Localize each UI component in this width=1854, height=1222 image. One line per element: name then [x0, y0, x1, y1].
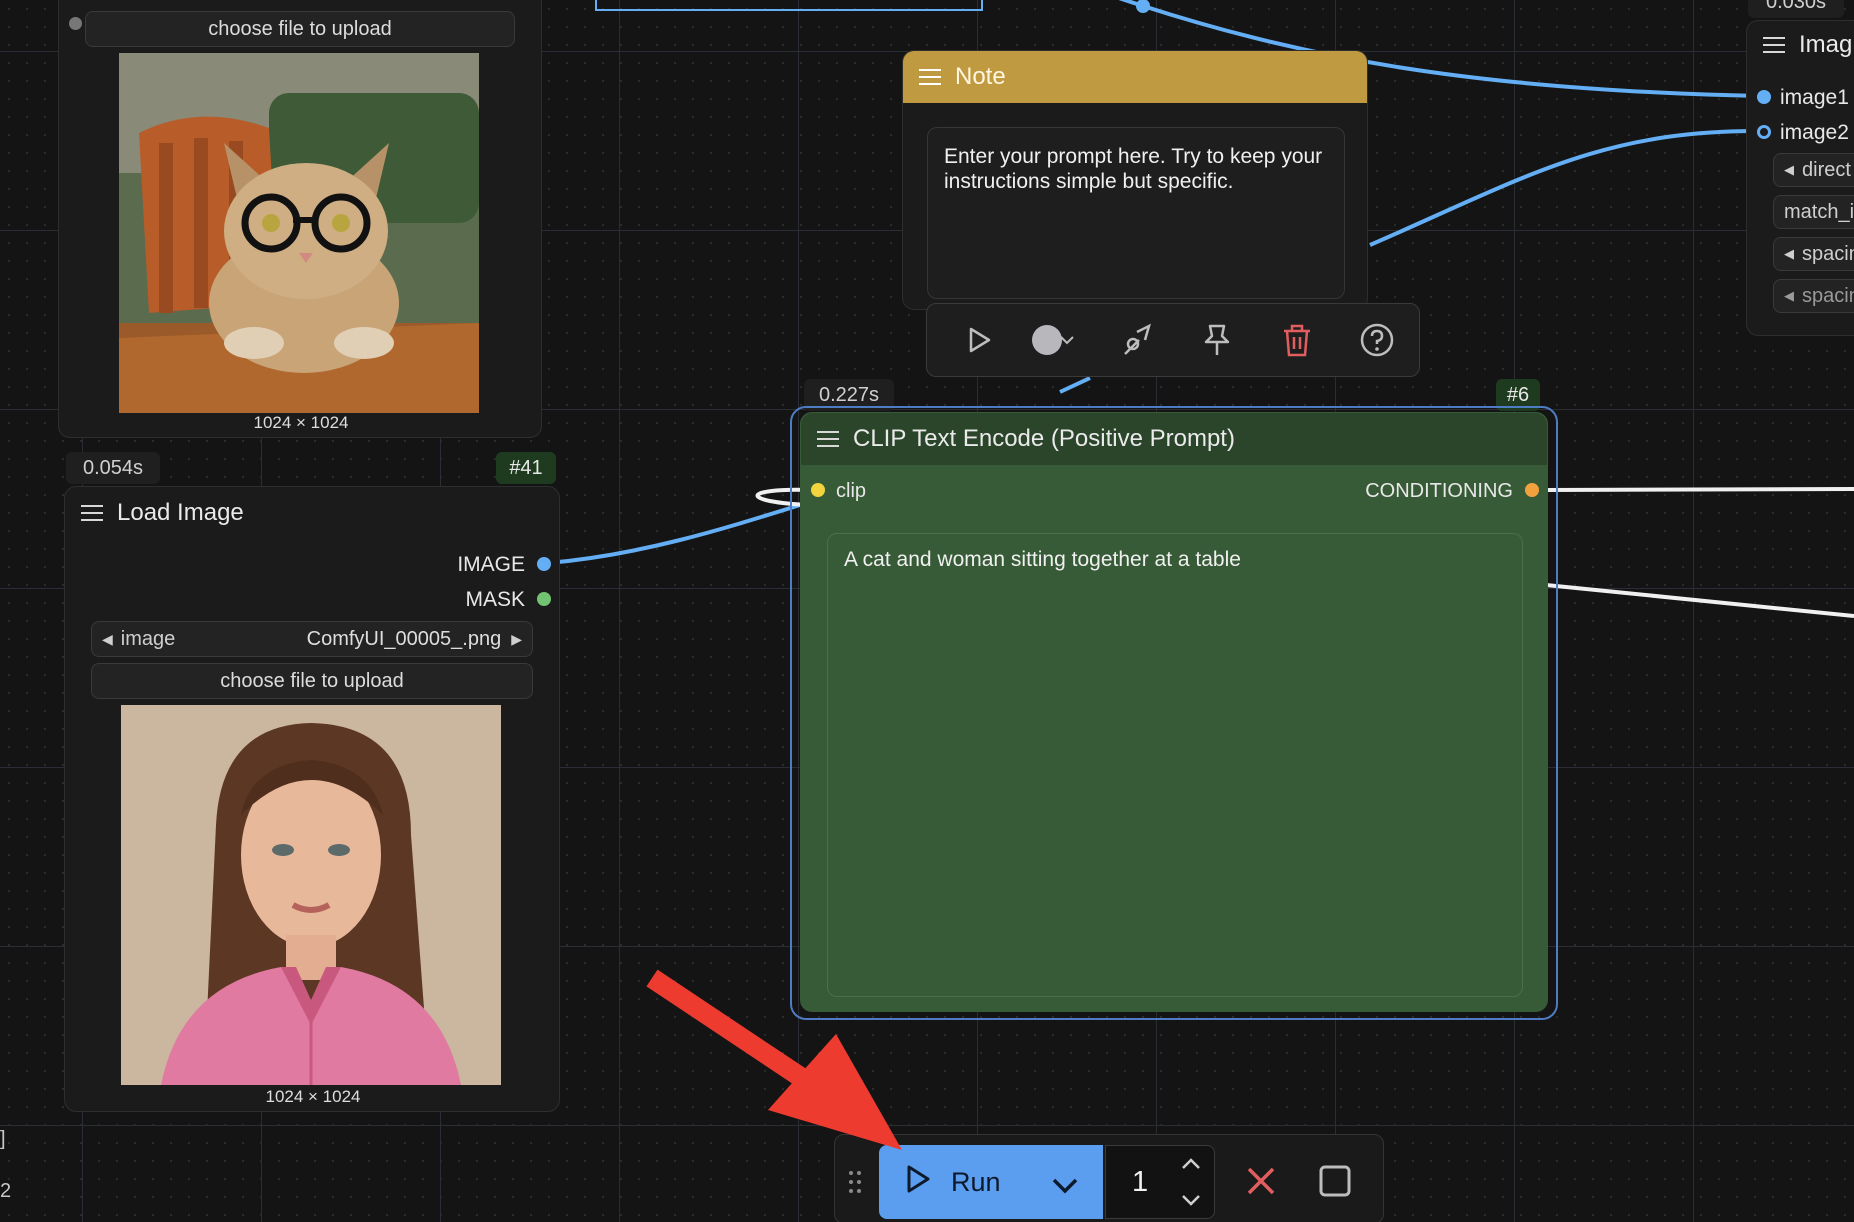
output-slot-image[interactable] [537, 557, 551, 571]
input-label-image1: image1 [1780, 86, 1849, 109]
load-image-node-top[interactable]: choose file to upload 1024 × 1024 [58, 0, 542, 438]
input-slot-clip[interactable] [811, 483, 825, 497]
trash-icon[interactable] [1277, 320, 1317, 360]
reroute-dot [1136, 0, 1150, 13]
prompt-textarea[interactable]: A cat and woman sitting together at a ta… [827, 533, 1523, 997]
node-header[interactable]: Load Image [65, 487, 559, 539]
input-slot-image1[interactable] [1757, 90, 1771, 104]
annotation-arrow-icon [646, 969, 902, 1150]
drag-handle-icon[interactable] [847, 1169, 863, 1195]
node-header[interactable]: Imag [1747, 21, 1854, 69]
arrow-left-icon[interactable]: ◀ [1784, 162, 1794, 178]
link-image-to-clip [547, 503, 801, 565]
arrow-left-icon[interactable]: ◀ [1784, 288, 1794, 304]
note-title: Note [955, 63, 1006, 90]
output-label-conditioning: CONDITIONING [1365, 480, 1513, 502]
note-node[interactable]: Note Enter your prompt here. Try to keep… [902, 50, 1368, 310]
output-label-image: IMAGE [457, 553, 525, 576]
combo-label: match_i [1784, 200, 1854, 223]
link-note-to-clip [1059, 376, 1091, 394]
image-size-caption: 1024 × 1024 [265, 1087, 361, 1106]
choose-file-button[interactable]: choose file to upload [91, 663, 533, 699]
output-slot-conditioning[interactable] [1525, 483, 1539, 497]
run-label: Run [951, 1166, 1001, 1197]
chevron-down-icon[interactable] [1057, 324, 1077, 356]
combo-value: ComfyUI_00005_.png [306, 627, 502, 650]
help-icon[interactable] [1357, 320, 1397, 360]
selection-toolbar[interactable] [926, 303, 1420, 377]
note-header[interactable]: Note [903, 51, 1367, 103]
link-to-image2 [1369, 128, 1761, 247]
left-edge-text-2: 2 [0, 1180, 12, 1202]
play-icon [905, 1164, 931, 1201]
batch-count-input[interactable]: 1 [1105, 1145, 1215, 1219]
play-icon[interactable] [959, 320, 999, 360]
node-title: Load Image [117, 499, 244, 526]
menu-icon[interactable] [919, 69, 941, 85]
node-title: Imag [1799, 31, 1853, 58]
input-slot-image2[interactable] [1757, 125, 1771, 139]
match-image-combo[interactable]: match_i [1773, 195, 1854, 229]
execution-time-badge: 0.030s [1748, 0, 1844, 18]
direction-combo[interactable]: ◀ direct [1773, 153, 1854, 187]
load-image-node[interactable]: Load Image IMAGE MASK ◀ image ComfyUI_00… [64, 486, 560, 1112]
image-combo-widget[interactable]: ◀ image ComfyUI_00005_.png ▶ [91, 621, 533, 657]
output-slot-mask[interactable] [537, 592, 551, 606]
combo-label: image [120, 627, 176, 650]
menu-icon[interactable] [81, 505, 103, 521]
chevron-up-icon[interactable] [1180, 1156, 1202, 1175]
link-conditioning-out-2 [1545, 583, 1854, 618]
spacing-combo-2[interactable]: ◀ spacin [1773, 279, 1854, 313]
arrow-left-icon[interactable]: ◀ [102, 631, 113, 648]
chevron-down-icon[interactable] [1051, 1171, 1079, 1202]
chevron-down-icon[interactable] [1180, 1194, 1202, 1213]
node-title: CLIP Text Encode (Positive Prompt) [853, 425, 1235, 452]
clip-text-encode-node[interactable]: CLIP Text Encode (Positive Prompt) clip … [800, 412, 1548, 1012]
node-id-badge: #41 [496, 452, 556, 484]
menu-icon[interactable] [817, 431, 839, 447]
left-edge-text-1: ] [0, 1128, 6, 1150]
note-textarea[interactable]: Enter your prompt here. Try to keep your… [927, 127, 1345, 299]
bypass-icon[interactable] [1117, 320, 1157, 360]
cancel-icon[interactable] [1243, 1163, 1279, 1199]
partial-frame-top [595, 0, 983, 11]
arrow-left-icon[interactable]: ◀ [1784, 246, 1794, 262]
image-node-right[interactable]: Imag image1 image2 ◀ direct match_i ◀ sp… [1746, 20, 1854, 336]
arrow-right-icon[interactable]: ▶ [511, 631, 522, 648]
widget-indicator-dot [69, 17, 82, 30]
stop-icon[interactable] [1317, 1163, 1353, 1199]
batch-count-value: 1 [1132, 1166, 1149, 1198]
spacing-combo-1[interactable]: ◀ spacin [1773, 237, 1854, 271]
input-label-image2: image2 [1780, 121, 1849, 144]
image-size-caption-top: 1024 × 1024 [253, 413, 349, 432]
choose-file-button-top[interactable]: choose file to upload [85, 11, 515, 47]
menu-icon[interactable] [1763, 37, 1785, 53]
output-label-mask: MASK [465, 588, 525, 611]
woman-portrait-image [121, 705, 501, 1085]
combo-label: direct [1802, 158, 1851, 181]
node-header[interactable]: CLIP Text Encode (Positive Prompt) [801, 413, 1547, 465]
combo-label: spacin [1802, 242, 1854, 265]
combo-label: spacin [1802, 284, 1854, 307]
execution-time-badge: 0.054s [66, 452, 160, 484]
link-conditioning-out [1545, 487, 1854, 492]
cat-with-glasses-image [119, 53, 479, 413]
pin-icon[interactable] [1197, 320, 1237, 360]
input-label-clip: clip [836, 480, 867, 502]
